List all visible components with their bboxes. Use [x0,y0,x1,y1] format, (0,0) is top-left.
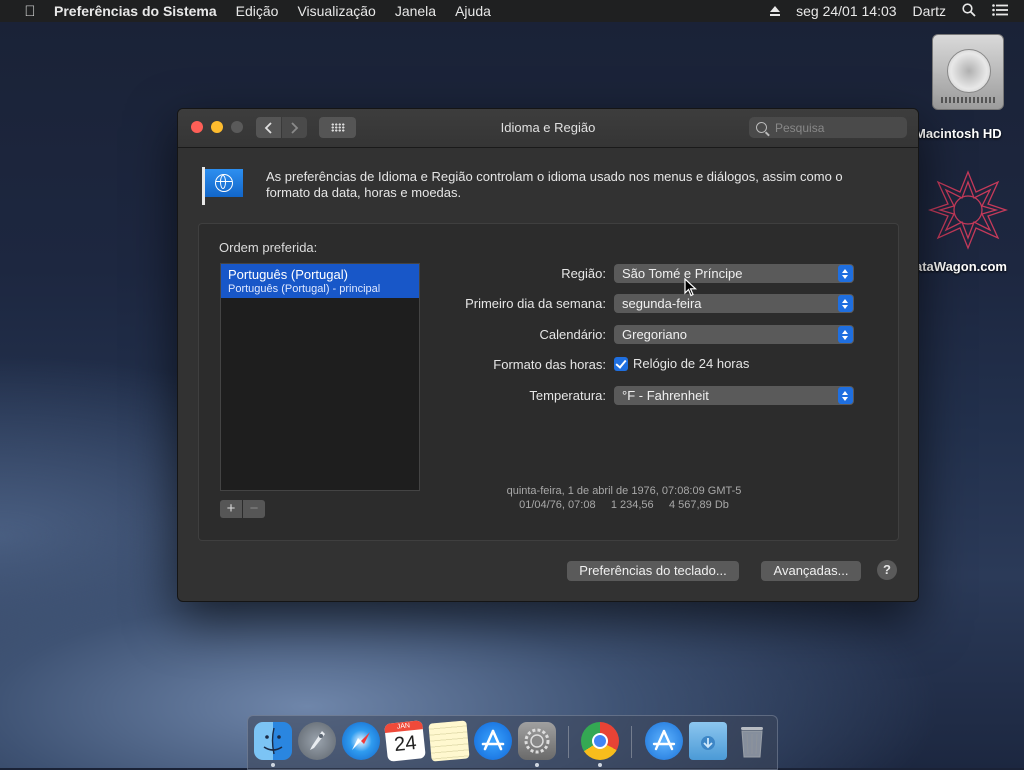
user-name[interactable]: Dartz [913,3,946,19]
launchpad-icon[interactable] [298,722,336,760]
calendar-label: Calendário: [539,327,607,342]
temperature-label: Temperatura: [529,388,606,403]
app-store-icon[interactable] [474,722,512,760]
finder-icon[interactable] [254,722,292,760]
desktop-datawagon-label: ataWagon.com [915,259,1007,274]
desktop-datawagon[interactable]: ataWagon.com [912,170,1024,274]
help-button[interactable]: ? [877,560,897,580]
remove-language-button[interactable]: − [243,500,265,518]
mouse-cursor-icon [684,278,697,297]
eject-icon[interactable] [770,6,781,16]
region-value: São Tomé e Príncipe [622,266,743,281]
add-language-button[interactable]: + [220,500,242,518]
system-preferences-icon[interactable] [518,722,556,760]
running-indicator [271,763,275,767]
notification-center-icon[interactable] [992,3,1008,19]
time-format-row: Formato das horas: Relógio de 24 horas [439,355,859,375]
weekday-row: Primeiro dia da semana: segunda-feira [439,294,859,314]
applications-folder-icon[interactable] [645,722,683,760]
weekday-select[interactable]: segunda-feira [614,294,854,313]
settings-panel: Ordem preferida: Português (Portugal) Po… [198,223,899,541]
chrome-icon[interactable] [581,722,619,760]
safari-icon[interactable] [342,722,380,760]
hard-drive-icon [932,34,1004,110]
calendar-select[interactable]: Gregoriano [614,325,854,344]
advanced-button[interactable]: Avançadas... [761,561,861,581]
region-row: Região: São Tomé e Príncipe [439,264,859,284]
dock-separator [568,726,569,758]
desktop-macintosh-hd[interactable]: Macintosh HD [912,34,1024,141]
datawagon-logo-icon [927,170,1009,250]
intro-text: As preferências de Idioma e Região contr… [266,169,843,200]
region-select[interactable]: São Tomé e Príncipe [614,264,854,283]
dock: JAN 24 [247,715,778,770]
running-indicator [598,763,602,767]
menu-view[interactable]: Visualização [297,3,375,19]
24h-clock-label: Relógio de 24 horas [633,356,750,371]
temperature-select[interactable]: °F - Fahrenheit [614,386,854,405]
desktop-hd-label: Macintosh HD [915,126,1002,141]
search-icon [756,122,767,133]
calendar-icon[interactable]: JAN 24 [384,720,426,762]
select-arrows-icon [838,295,853,312]
add-remove-control: + − [220,500,266,518]
spotlight-search-icon[interactable] [962,2,976,20]
preferences-window: Idioma e Região As preferências de Idiom… [177,108,919,602]
sample-date-format: quinta-feira, 1 de abril de 1976, 07:08:… [506,485,742,497]
language-list[interactable]: Português (Portugal) Português (Portugal… [220,263,420,491]
calendar-row: Calendário: Gregoriano [439,325,859,345]
weekday-label: Primeiro dia da semana: [465,296,606,311]
keyboard-preferences-button[interactable]: Preferências do teclado... [567,561,739,581]
menu-edit[interactable]: Edição [236,3,279,19]
menu-app-name[interactable]: Preferências do Sistema [54,3,217,19]
menu-extras: seg 24/01 14:03 Dartz [770,0,1024,22]
clock[interactable]: seg 24/01 14:03 [796,3,896,19]
language-detail: Português (Portugal) - principal [228,283,381,295]
menu-window[interactable]: Janela [395,3,436,19]
running-indicator [535,763,539,767]
checkbox-checked-icon[interactable] [614,356,628,371]
search-input[interactable] [773,119,897,136]
select-arrows-icon [838,326,853,343]
trash-icon[interactable] [733,722,771,760]
time-format-label: Formato das horas: [493,357,606,372]
sample-number-format: 01/04/76, 07:08 1 234,56 4 567,89 Db [519,499,729,511]
downloads-folder-icon[interactable] [689,722,727,760]
calendar-day: 24 [393,731,418,757]
calendar-value: Gregoriano [622,327,688,342]
temperature-value: °F - Fahrenheit [622,388,709,403]
language-region-flag-icon [200,165,244,205]
24h-clock-checkbox[interactable]: Relógio de 24 horas [614,356,749,371]
title-bar[interactable]: Idioma e Região [178,109,918,148]
notes-icon[interactable] [428,720,470,762]
apple-menu-icon[interactable]:  [20,3,40,20]
select-arrows-icon [838,265,853,282]
language-name: Português (Portugal) [228,267,348,282]
select-arrows-icon [838,387,853,404]
list-item[interactable]: Português (Portugal) Português (Portugal… [221,264,419,298]
dock-separator [631,726,632,758]
search-field[interactable] [749,117,907,138]
menu-help[interactable]: Ajuda [455,3,491,19]
menu-bar:  Preferências do Sistema Edição Visuali… [0,0,1024,22]
preferred-order-label: Ordem preferida: [219,240,318,255]
weekday-value: segunda-feira [622,296,702,311]
temperature-row: Temperatura: °F - Fahrenheit [439,386,859,406]
region-label: Região: [561,266,606,281]
